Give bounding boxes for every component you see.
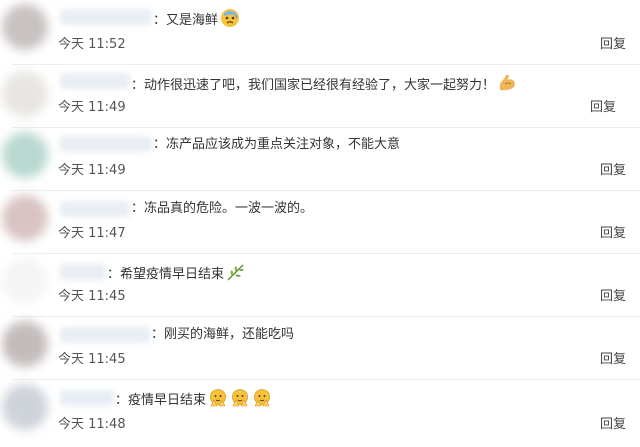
comment-item: ：希望疫情早日结束 今天 11:45 回复	[0, 254, 640, 316]
comment-item: ：又是海鲜 今天 11:52 回复	[0, 0, 640, 64]
comment-time: 今天 11:49	[58, 163, 126, 178]
comment-item: ：动作很迅速了吧，我们国家已经很有经验了，大家一起努力！ 今天 11:49 回复	[0, 65, 640, 127]
comment-text: ：疫情早日结束	[115, 388, 272, 410]
comment-item: ：冻产品应该成为重点关注对象，不能大意 今天 11:49 回复	[0, 128, 640, 190]
username-redacted[interactable]	[60, 73, 130, 89]
avatar[interactable]	[2, 71, 48, 117]
avatar[interactable]	[2, 321, 48, 367]
comment-text: ：刚买的海鲜，还能吃吗	[151, 326, 294, 344]
comment-text: ：冻产品应该成为重点关注对象，不能大意	[153, 136, 400, 154]
avatar[interactable]	[2, 195, 48, 241]
comment-text-content: ：希望疫情早日结束	[107, 267, 225, 282]
username-redacted[interactable]	[60, 327, 150, 343]
username-redacted[interactable]	[60, 9, 152, 25]
comment-time: 今天 11:47	[58, 226, 126, 241]
reply-button[interactable]: 回复	[600, 162, 626, 180]
comment-text-content: ：疫情早日结束	[115, 393, 207, 408]
comment-text-content: ：冻产品应该成为重点关注对象，不能大意	[153, 137, 401, 152]
reply-button[interactable]: 回复	[600, 36, 626, 54]
pray-face-icon	[232, 389, 248, 407]
comment-text: ：冻品真的危险。一波一波的。	[131, 200, 313, 218]
avatar[interactable]	[2, 132, 48, 178]
flexed-biceps-icon	[499, 75, 515, 91]
sweat-face-icon	[221, 9, 240, 27]
comment-text-content: ：刚买的海鲜，还能吃吗	[151, 327, 295, 342]
comment-text: ：希望疫情早日结束	[107, 262, 246, 284]
comment-text-content: ：又是海鲜	[153, 13, 219, 28]
comment-time: 今天 11:49	[58, 100, 126, 115]
avatar[interactable]	[2, 4, 48, 50]
reply-button[interactable]: 回复	[600, 288, 626, 306]
comment-item: ：刚买的海鲜，还能吃吗 今天 11:45 回复	[0, 317, 640, 379]
avatar[interactable]	[2, 258, 48, 304]
avatar[interactable]	[2, 384, 48, 430]
username-redacted[interactable]	[60, 136, 152, 152]
comment-text: ：动作很迅速了吧，我们国家已经很有经验了，大家一起努力！	[131, 73, 517, 95]
comment-time: 今天 11:48	[58, 417, 126, 432]
comment-list: ：又是海鲜 今天 11:52 回复 ：动作很迅速了吧，我们国家已经很有经验了，大…	[0, 0, 640, 447]
pray-face-icon	[254, 389, 270, 407]
comment-text: ：又是海鲜	[153, 8, 240, 30]
reply-button[interactable]: 回复	[600, 351, 626, 369]
leaf-icon	[227, 264, 245, 281]
comment-text-content: ：动作很迅速了吧，我们国家已经很有经验了，大家一起努力！	[131, 78, 496, 93]
reply-button[interactable]: 回复	[600, 225, 626, 243]
reply-button[interactable]: 回复	[600, 416, 626, 434]
username-redacted[interactable]	[60, 264, 106, 280]
comment-item: ：冻品真的危险。一波一波的。 今天 11:47 回复	[0, 191, 640, 253]
username-redacted[interactable]	[60, 201, 130, 217]
comment-time: 今天 11:45	[58, 289, 126, 304]
comment-time: 今天 11:52	[58, 37, 126, 52]
comment-text-content: ：冻品真的危险。一波一波的。	[131, 201, 314, 216]
reply-button[interactable]: 回复	[590, 99, 616, 117]
comment-time: 今天 11:45	[58, 352, 126, 367]
pray-face-icon	[210, 389, 226, 407]
comment-item: ：疫情早日结束 今天 11:48 回复	[0, 380, 640, 447]
username-redacted[interactable]	[60, 390, 114, 406]
